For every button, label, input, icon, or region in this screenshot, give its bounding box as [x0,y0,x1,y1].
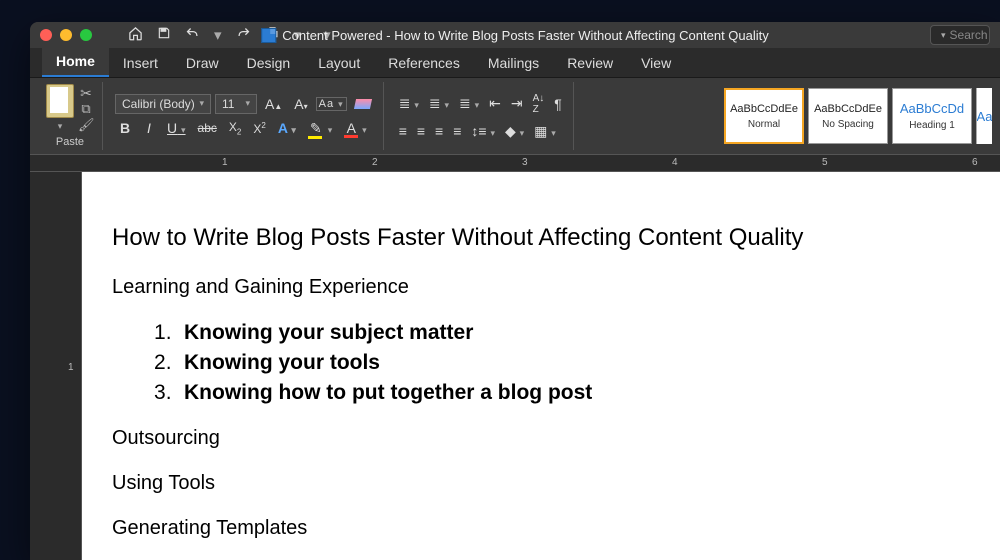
doc-section[interactable]: Using Tools [112,472,940,495]
tab-mailings[interactable]: Mailings [474,49,553,77]
text-effects-button[interactable]: A ▾ [274,118,300,138]
document-icon [261,28,276,43]
grow-font-button[interactable]: A▲ [261,94,286,114]
document-title: Content Powered - How to Write Blog Post… [282,28,769,43]
doc-section[interactable]: Outsourcing [112,427,940,450]
style-normal[interactable]: AaBbCcDdEe Normal [724,88,804,144]
copy-button[interactable]: ⧉ [78,101,94,115]
tab-references[interactable]: References [374,49,474,77]
format-painter-button[interactable]: 🖌 [78,117,94,131]
superscript-button[interactable]: X2 [249,119,269,138]
tab-draw[interactable]: Draw [172,49,233,77]
minimize-icon[interactable] [60,29,72,41]
clear-formatting-button[interactable] [351,94,375,114]
align-left-button[interactable]: ≡ [396,121,410,141]
tab-review[interactable]: Review [553,49,627,77]
cut-button[interactable]: ✂ [78,85,94,99]
style-heading-1[interactable]: AaBbCcDd Heading 1 [892,88,972,144]
subscript-button[interactable]: X2 [225,118,245,138]
underline-button[interactable]: U ▾ [163,118,190,138]
bullets-button[interactable]: ≣ ▾ [396,93,422,114]
horizontal-ruler[interactable]: 1 2 3 4 5 6 [30,154,1000,172]
doc-section[interactable]: Learning and Gaining Experience [112,276,940,299]
document-canvas[interactable]: How to Write Blog Posts Faster Without A… [82,172,1000,560]
shrink-font-button[interactable]: A▾ [290,94,311,114]
redo-icon[interactable] [236,26,251,44]
line-spacing-button[interactable]: ↕≡ ▾ [468,121,498,141]
tab-layout[interactable]: Layout [304,49,374,77]
doc-heading[interactable]: How to Write Blog Posts Faster Without A… [112,224,940,252]
tab-view[interactable]: View [627,49,685,77]
paste-label: Paste [46,136,94,148]
tab-insert[interactable]: Insert [109,49,172,77]
outdent-button[interactable]: ⇤ [486,93,504,114]
tab-home[interactable]: Home [42,47,109,77]
close-icon[interactable] [40,29,52,41]
search-placeholder: Search [950,28,988,42]
style-no-spacing[interactable]: AaBbCcDdEe No Spacing [808,88,888,144]
tab-design[interactable]: Design [233,49,305,77]
home-icon[interactable] [128,26,143,44]
align-right-button[interactable]: ≡ [432,121,446,141]
align-center-button[interactable]: ≡ [414,121,428,141]
undo-more-icon[interactable]: ▾ [214,26,222,44]
style-heading-2[interactable]: Aa [976,88,992,144]
change-case-button[interactable]: Aa ▾ [316,97,347,111]
justify-button[interactable]: ≡ [450,121,464,141]
vertical-ruler[interactable]: 1 [64,172,82,560]
multilevel-button[interactable]: ≣ ▾ [456,93,482,114]
list-item[interactable]: Knowing how to put together a blog post [154,381,940,405]
sort-button[interactable]: A↓Z [530,91,548,117]
undo-icon[interactable] [185,26,200,44]
shading-button[interactable]: ◆ ▾ [502,121,527,142]
strikethrough-button[interactable]: abc [194,119,221,137]
paste-button[interactable] [46,84,74,118]
save-icon[interactable] [157,26,171,44]
indent-button[interactable]: ⇥ [508,93,526,114]
font-name-select[interactable]: Calibri (Body)▾ [115,94,211,114]
numbering-button[interactable]: ≣ ▾ [426,93,452,114]
highlight-button[interactable]: ✎ ▾ [304,118,336,139]
show-marks-button[interactable]: ¶ [551,94,565,114]
font-size-select[interactable]: 11▾ [215,94,257,114]
search-input[interactable]: ▾ Search [930,25,990,45]
borders-button[interactable]: ▦ ▾ [531,121,559,142]
paste-more-icon[interactable]: ▾ [58,121,63,131]
maximize-icon[interactable] [80,29,92,41]
doc-section[interactable]: Generating Templates [112,517,940,540]
italic-button[interactable]: I [139,118,159,138]
list-item[interactable]: Knowing your tools [154,351,940,375]
font-color-button[interactable]: A ▾ [340,118,370,138]
list-item[interactable]: Knowing your subject matter [154,321,940,345]
bold-button[interactable]: B [115,118,135,138]
